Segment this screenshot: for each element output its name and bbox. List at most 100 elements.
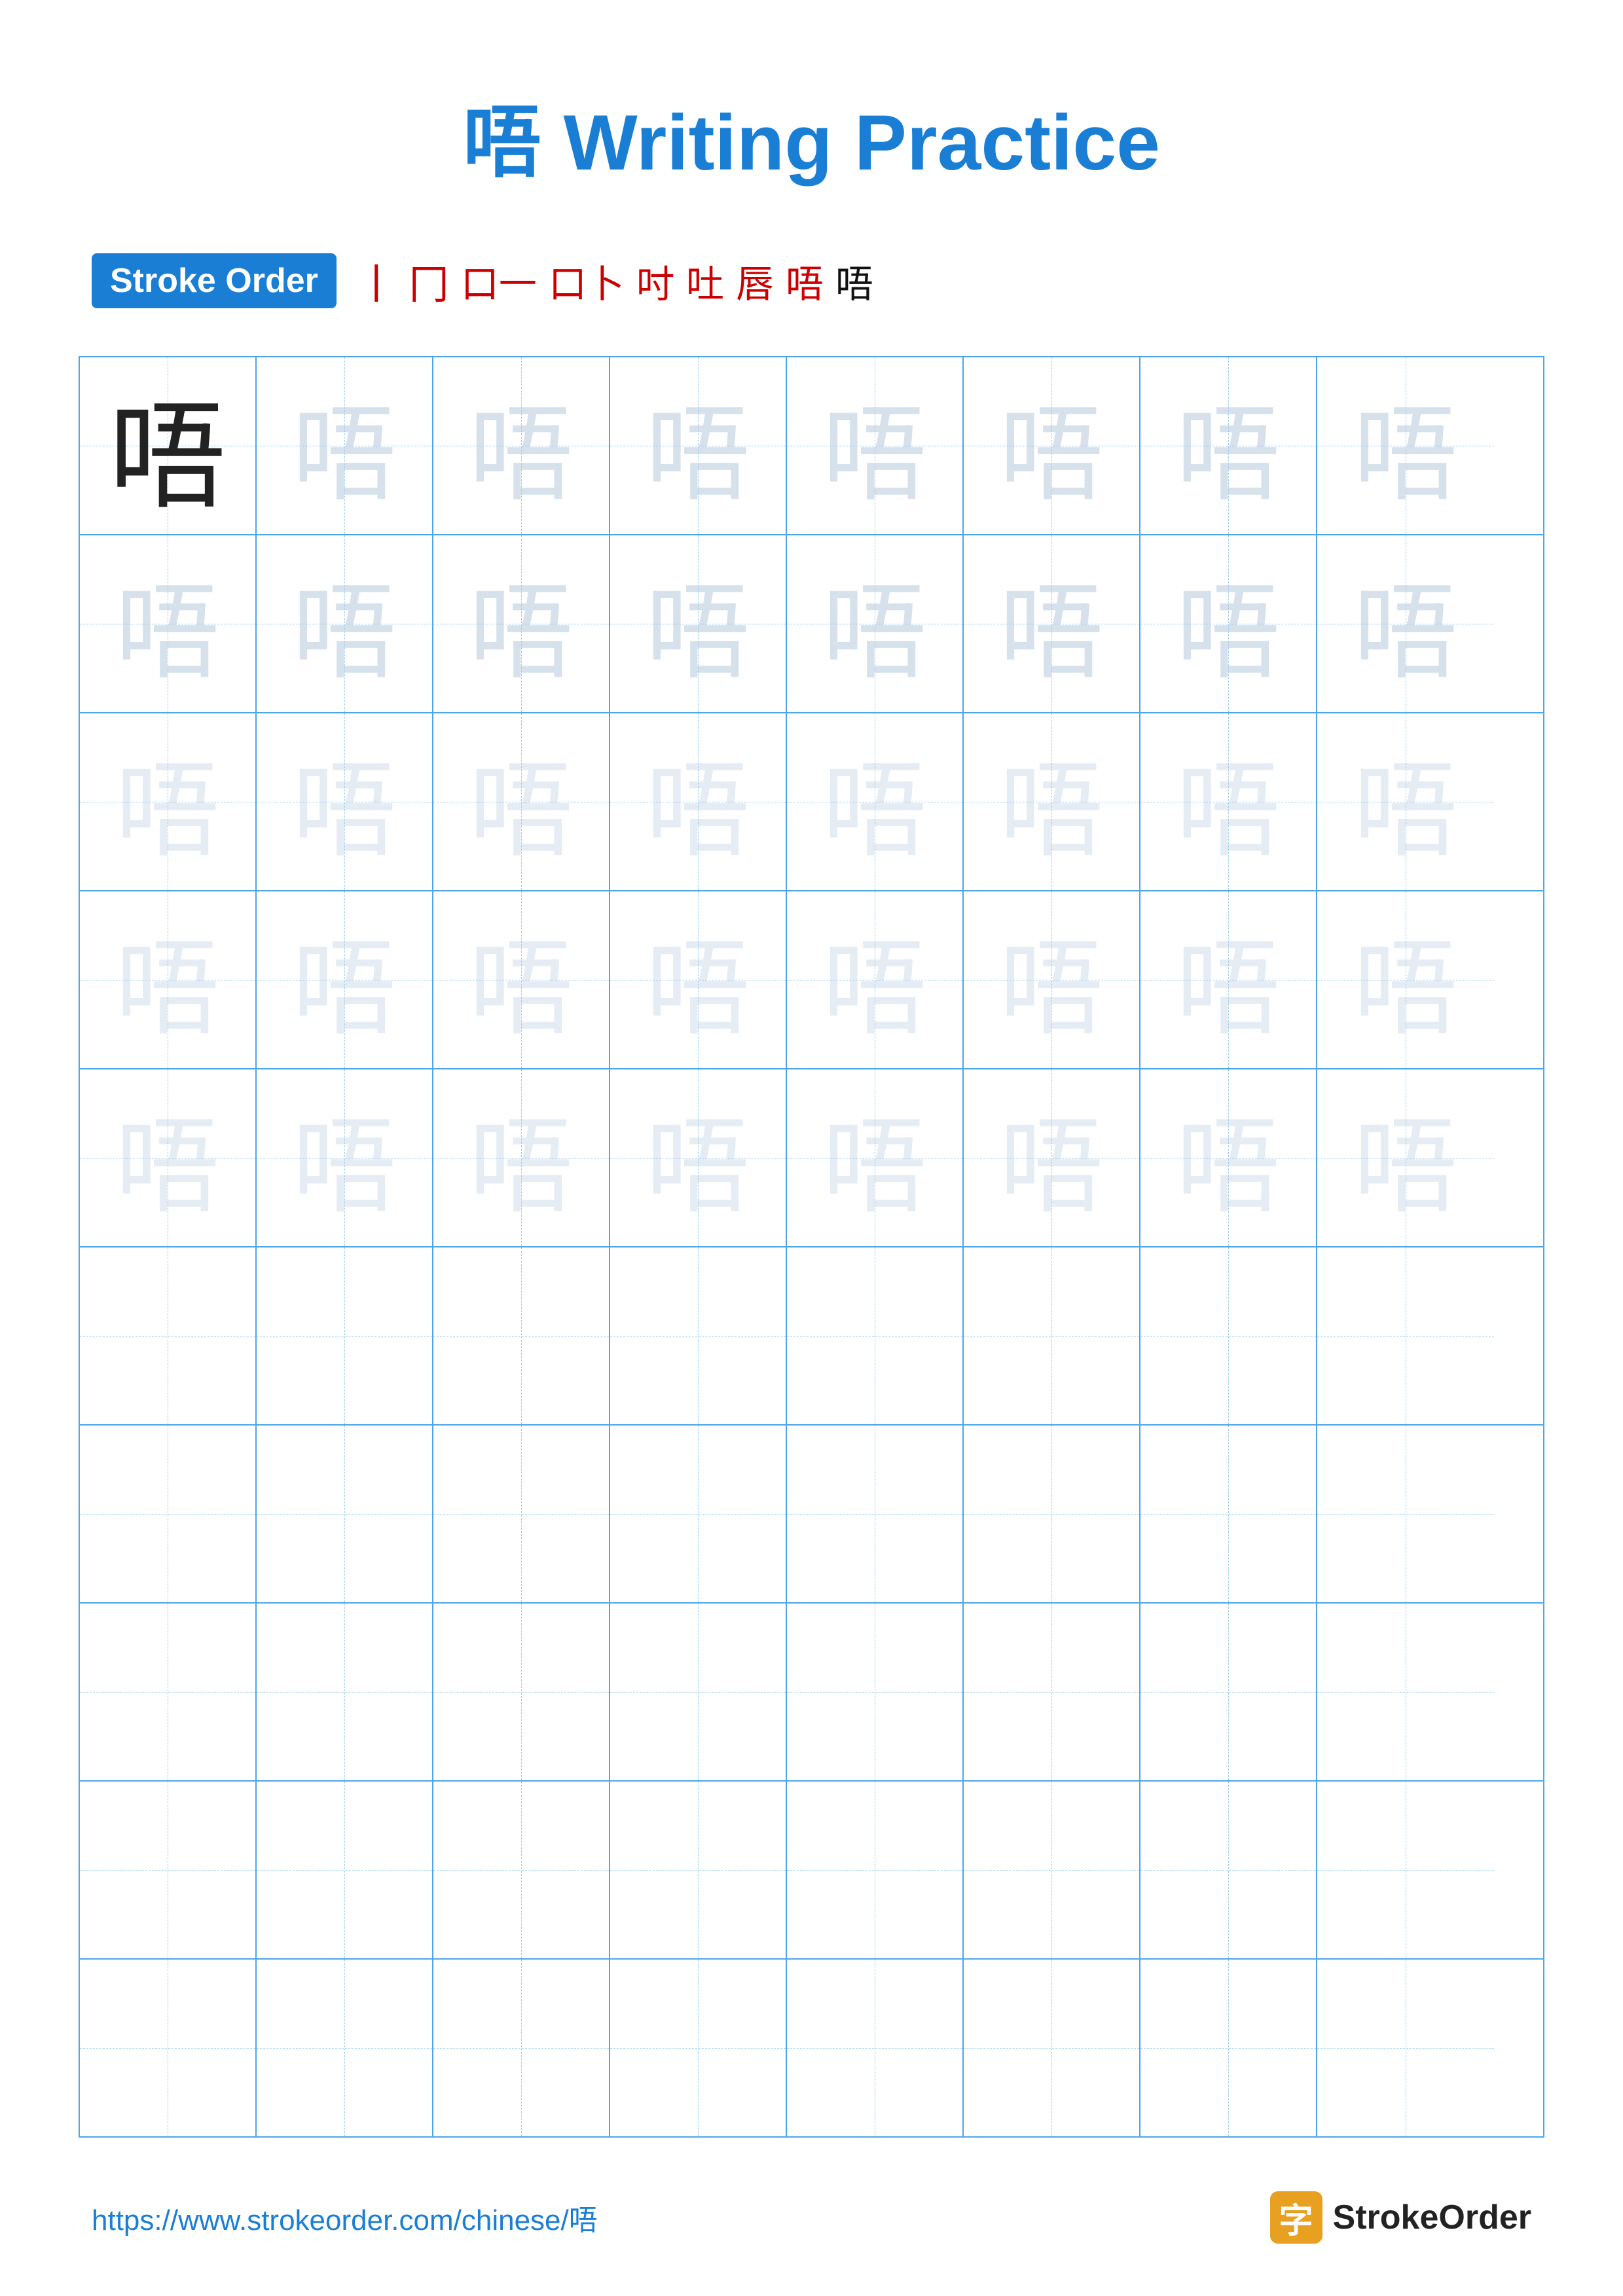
cell-5-1[interactable]: 唔	[80, 1069, 257, 1246]
cell-10-5[interactable]	[787, 1960, 964, 2136]
cell-5-6[interactable]: 唔	[964, 1069, 1140, 1246]
cell-8-1[interactable]	[80, 1604, 257, 1780]
cell-6-8[interactable]	[1317, 1247, 1494, 1424]
cell-1-2[interactable]: 唔	[257, 357, 433, 534]
char-faint: 唔	[964, 891, 1139, 1068]
cell-10-3[interactable]	[433, 1960, 610, 2136]
cell-10-7[interactable]	[1140, 1960, 1317, 2136]
stroke-4: 口卜	[549, 253, 625, 308]
cell-5-7[interactable]: 唔	[1140, 1069, 1317, 1246]
cell-10-1[interactable]	[80, 1960, 257, 2136]
stroke-1: 丨	[356, 251, 397, 310]
cell-10-2[interactable]	[257, 1960, 433, 2136]
cell-2-3[interactable]: 唔	[433, 535, 610, 712]
cell-7-2[interactable]	[257, 1426, 433, 1602]
char-faint: 唔	[1317, 891, 1494, 1068]
grid-row-7	[80, 1426, 1543, 1604]
cell-8-4[interactable]	[610, 1604, 787, 1780]
cell-2-8[interactable]: 唔	[1317, 535, 1494, 712]
cell-8-5[interactable]	[787, 1604, 964, 1780]
cell-6-5[interactable]	[787, 1247, 964, 1424]
cell-6-6[interactable]	[964, 1247, 1140, 1424]
footer-url[interactable]: https://www.strokeorder.com/chinese/唔	[92, 2197, 598, 2238]
cell-1-3[interactable]: 唔	[433, 357, 610, 534]
stroke-3: 口一	[461, 253, 537, 308]
char-faint: 唔	[433, 891, 609, 1068]
cell-4-1[interactable]: 唔	[80, 891, 257, 1068]
char-faint: 唔	[964, 1069, 1139, 1246]
stroke-9: 唔	[835, 253, 873, 308]
cell-8-8[interactable]	[1317, 1604, 1494, 1780]
cell-4-6[interactable]: 唔	[964, 891, 1140, 1068]
cell-4-5[interactable]: 唔	[787, 891, 964, 1068]
char-faint: 唔	[80, 891, 255, 1068]
cell-1-7[interactable]: 唔	[1140, 357, 1317, 534]
char-faint: 唔	[1140, 713, 1316, 890]
grid-row-6	[80, 1247, 1543, 1426]
cell-10-6[interactable]	[964, 1960, 1140, 2136]
cell-4-2[interactable]: 唔	[257, 891, 433, 1068]
cell-9-1[interactable]	[80, 1782, 257, 1958]
cell-6-1[interactable]	[80, 1247, 257, 1424]
cell-4-8[interactable]: 唔	[1317, 891, 1494, 1068]
cell-9-8[interactable]	[1317, 1782, 1494, 1958]
cell-9-2[interactable]	[257, 1782, 433, 1958]
cell-2-1[interactable]: 唔	[80, 535, 257, 712]
cell-9-7[interactable]	[1140, 1782, 1317, 1958]
cell-6-7[interactable]	[1140, 1247, 1317, 1424]
cell-7-8[interactable]	[1317, 1426, 1494, 1602]
cell-9-6[interactable]	[964, 1782, 1140, 1958]
cell-7-5[interactable]	[787, 1426, 964, 1602]
cell-8-3[interactable]	[433, 1604, 610, 1780]
cell-3-6[interactable]: 唔	[964, 713, 1140, 890]
cell-2-6[interactable]: 唔	[964, 535, 1140, 712]
cell-3-4[interactable]: 唔	[610, 713, 787, 890]
cell-1-8[interactable]: 唔	[1317, 357, 1494, 534]
cell-1-6[interactable]: 唔	[964, 357, 1140, 534]
cell-2-4[interactable]: 唔	[610, 535, 787, 712]
grid-row-10	[80, 1960, 1543, 2136]
cell-3-7[interactable]: 唔	[1140, 713, 1317, 890]
cell-7-3[interactable]	[433, 1426, 610, 1602]
logo-icon: 字	[1270, 2191, 1322, 2244]
char-faint: 唔	[610, 713, 786, 890]
cell-7-6[interactable]	[964, 1426, 1140, 1602]
cell-2-5[interactable]: 唔	[787, 535, 964, 712]
cell-2-7[interactable]: 唔	[1140, 535, 1317, 712]
cell-4-3[interactable]: 唔	[433, 891, 610, 1068]
cell-2-2[interactable]: 唔	[257, 535, 433, 712]
cell-4-7[interactable]: 唔	[1140, 891, 1317, 1068]
cell-5-2[interactable]: 唔	[257, 1069, 433, 1246]
cell-1-5[interactable]: 唔	[787, 357, 964, 534]
cell-5-5[interactable]: 唔	[787, 1069, 964, 1246]
cell-9-5[interactable]	[787, 1782, 964, 1958]
cell-5-8[interactable]: 唔	[1317, 1069, 1494, 1246]
cell-8-7[interactable]	[1140, 1604, 1317, 1780]
cell-8-2[interactable]	[257, 1604, 433, 1780]
char-faint: 唔	[433, 1069, 609, 1246]
cell-7-4[interactable]	[610, 1426, 787, 1602]
cell-6-3[interactable]	[433, 1247, 610, 1424]
cell-10-8[interactable]	[1317, 1960, 1494, 2136]
cell-5-4[interactable]: 唔	[610, 1069, 787, 1246]
cell-9-4[interactable]	[610, 1782, 787, 1958]
cell-1-4[interactable]: 唔	[610, 357, 787, 534]
cell-1-1[interactable]: 唔	[80, 357, 257, 534]
cell-4-4[interactable]: 唔	[610, 891, 787, 1068]
cell-10-4[interactable]	[610, 1960, 787, 2136]
cell-3-8[interactable]: 唔	[1317, 713, 1494, 890]
cell-5-3[interactable]: 唔	[433, 1069, 610, 1246]
cell-6-4[interactable]	[610, 1247, 787, 1424]
cell-3-5[interactable]: 唔	[787, 713, 964, 890]
char-guide: 唔	[1140, 535, 1316, 712]
cell-7-1[interactable]	[80, 1426, 257, 1602]
cell-7-7[interactable]	[1140, 1426, 1317, 1602]
cell-6-2[interactable]	[257, 1247, 433, 1424]
char-guide: 唔	[610, 357, 786, 534]
cell-8-6[interactable]	[964, 1604, 1140, 1780]
stroke-5: 吋	[636, 253, 674, 308]
cell-3-1[interactable]: 唔	[80, 713, 257, 890]
cell-9-3[interactable]	[433, 1782, 610, 1958]
cell-3-2[interactable]: 唔	[257, 713, 433, 890]
cell-3-3[interactable]: 唔	[433, 713, 610, 890]
